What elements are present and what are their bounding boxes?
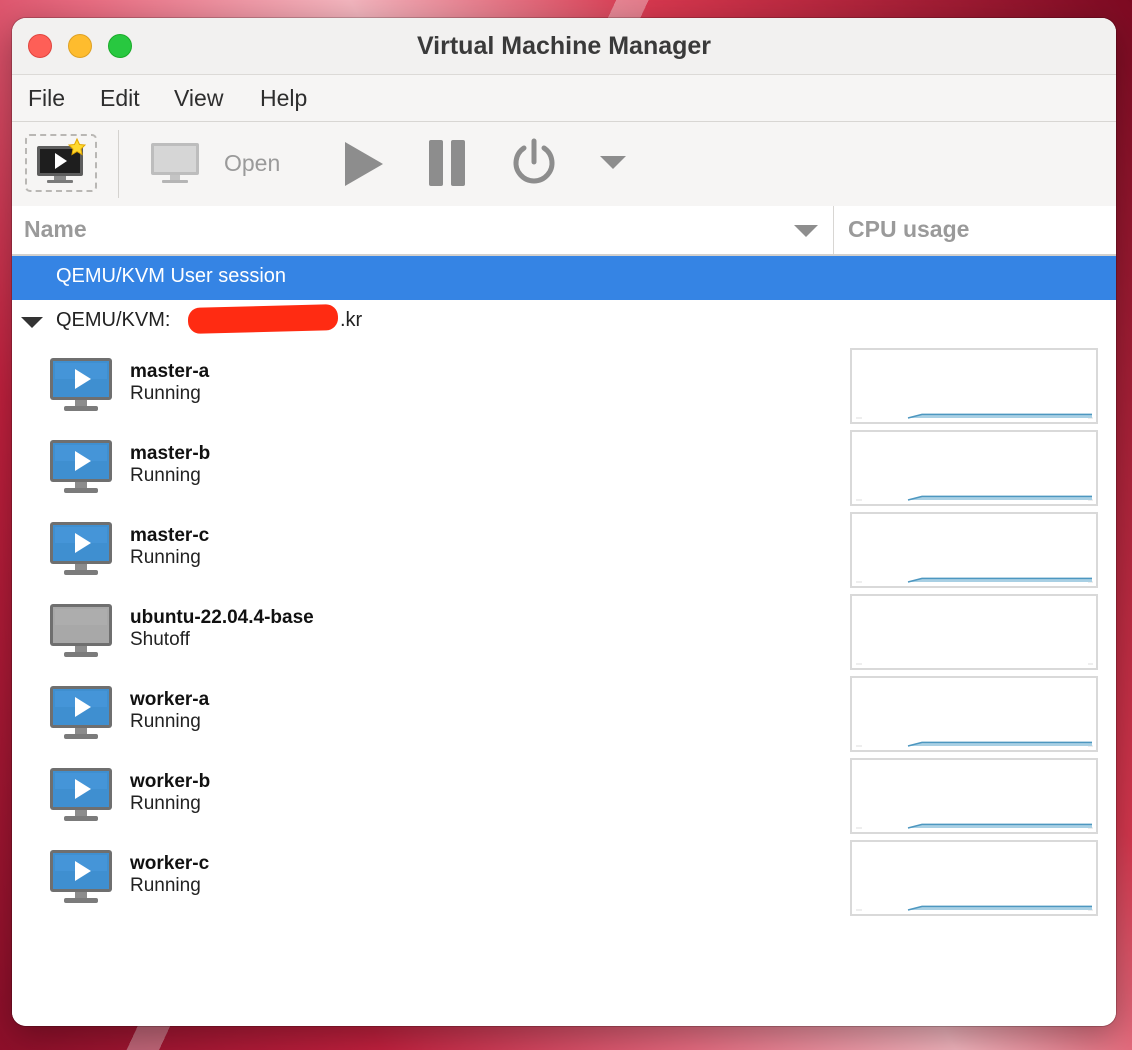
vm-name: ubuntu-22.04.4-base bbox=[130, 607, 314, 628]
cpu-usage-graph bbox=[850, 758, 1098, 834]
main-window: Virtual Machine Manager File Edit View H… bbox=[12, 18, 1116, 1026]
vm-status: Shutoff bbox=[130, 629, 190, 650]
menu-file[interactable]: File bbox=[22, 83, 71, 114]
window-title: Virtual Machine Manager bbox=[416, 32, 712, 60]
cpu-usage-graph bbox=[850, 348, 1098, 424]
vm-row[interactable]: worker-c Running bbox=[12, 836, 1116, 918]
column-cpu-label[interactable]: CPU usage bbox=[848, 216, 969, 243]
connection-suffix: .kr bbox=[340, 309, 363, 331]
connection-row-user-session[interactable]: QEMU/KVM User session bbox=[12, 256, 1116, 300]
new-vm-icon bbox=[37, 137, 87, 183]
vm-name: master-c bbox=[130, 525, 210, 546]
vm-status: Running bbox=[130, 383, 201, 404]
chevron-down-icon[interactable] bbox=[600, 156, 626, 170]
vm-list: QEMU/KVM User session QEMU/KVM: .kr mast… bbox=[12, 256, 1116, 1026]
menu-view[interactable]: View bbox=[168, 83, 229, 114]
connection-label: QEMU/KVM User session bbox=[56, 265, 287, 287]
vm-running-icon bbox=[48, 684, 116, 747]
redaction-scribble bbox=[187, 304, 339, 334]
vm-name: worker-c bbox=[130, 853, 210, 874]
menu-bar: File Edit View Help bbox=[12, 75, 1116, 122]
vm-status: Running bbox=[130, 793, 201, 814]
vm-status: Running bbox=[130, 711, 201, 732]
vm-running-icon bbox=[48, 438, 116, 501]
vm-running-icon bbox=[48, 520, 116, 583]
cpu-usage-graph bbox=[850, 594, 1098, 670]
vm-running-icon bbox=[48, 848, 116, 911]
console-icon bbox=[151, 143, 199, 183]
open-button[interactable]: Open bbox=[146, 136, 296, 192]
sort-arrow-icon[interactable] bbox=[794, 225, 818, 237]
vm-row[interactable]: worker-b Running bbox=[12, 754, 1116, 836]
vm-row[interactable]: master-c Running bbox=[12, 508, 1116, 590]
vm-name: worker-b bbox=[130, 771, 211, 792]
connection-prefix: QEMU/KVM: bbox=[56, 309, 171, 331]
vm-status: Running bbox=[130, 547, 201, 568]
cpu-usage-graph bbox=[850, 840, 1098, 916]
menu-edit[interactable]: Edit bbox=[94, 83, 146, 114]
vm-running-icon bbox=[48, 766, 116, 829]
vm-row[interactable]: ubuntu-22.04.4-base Shutoff bbox=[12, 590, 1116, 672]
connection-row-remote[interactable]: QEMU/KVM: .kr bbox=[12, 300, 1116, 344]
vm-status: Running bbox=[130, 465, 201, 486]
column-name-header[interactable]: Name bbox=[12, 206, 834, 254]
toolbar-separator bbox=[118, 130, 119, 198]
title-bar[interactable]: Virtual Machine Manager bbox=[12, 18, 1116, 75]
list-header: Name CPU usage bbox=[12, 206, 1116, 256]
power-icon[interactable] bbox=[511, 138, 557, 186]
vm-row[interactable]: master-b Running bbox=[12, 426, 1116, 508]
play-icon[interactable] bbox=[342, 140, 386, 188]
expander-arrow-icon[interactable] bbox=[21, 317, 43, 328]
column-name-label: Name bbox=[24, 216, 87, 242]
open-label: Open bbox=[224, 150, 281, 176]
vm-shutoff-icon bbox=[48, 602, 116, 665]
menu-help[interactable]: Help bbox=[254, 83, 313, 114]
vm-name: master-a bbox=[130, 361, 210, 382]
vm-row[interactable]: master-a Running bbox=[12, 344, 1116, 426]
cpu-usage-graph bbox=[850, 430, 1098, 506]
vm-name: worker-a bbox=[130, 689, 210, 710]
cpu-usage-graph bbox=[850, 676, 1098, 752]
vm-status: Running bbox=[130, 875, 201, 896]
cpu-usage-graph bbox=[850, 512, 1098, 588]
vm-running-icon bbox=[48, 356, 116, 419]
pause-icon[interactable] bbox=[429, 140, 467, 186]
vm-row[interactable]: worker-a Running bbox=[12, 672, 1116, 754]
toolbar: Open bbox=[12, 122, 1116, 206]
vm-name: master-b bbox=[130, 443, 211, 464]
new-vm-button[interactable] bbox=[25, 134, 97, 192]
